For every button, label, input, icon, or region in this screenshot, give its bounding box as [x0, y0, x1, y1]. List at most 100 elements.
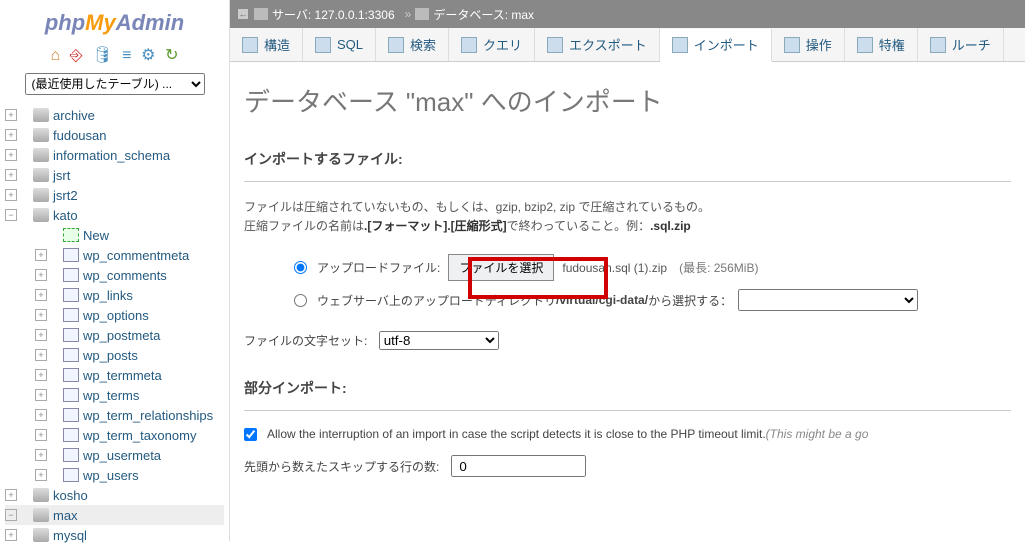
desc-line2-bold: .[フォーマット].[圧縮形式]: [364, 219, 507, 233]
table-node-wp_term_relationships[interactable]: + wp_term_relationships: [5, 405, 224, 425]
skip-rows-input[interactable]: [451, 455, 586, 477]
table-label: wp_term_relationships: [83, 408, 213, 423]
logo[interactable]: phpMyAdmin: [5, 5, 224, 41]
tab-export[interactable]: エクスポート: [535, 28, 660, 61]
expand-icon[interactable]: +: [5, 109, 17, 121]
database-icon: [33, 148, 49, 162]
upload-radio[interactable]: [294, 261, 307, 274]
table-node-wp_usermeta[interactable]: +wp_usermeta: [5, 445, 224, 465]
webdir-radio[interactable]: [294, 294, 307, 307]
db-node-kato[interactable]: −kato: [5, 205, 224, 225]
table-node-wp_term_taxonomy[interactable]: +wp_term_taxonomy: [5, 425, 224, 445]
table-node-wp_terms[interactable]: +wp_terms: [5, 385, 224, 405]
tab-privileges[interactable]: 特権: [845, 28, 918, 61]
expand-icon[interactable]: +: [35, 349, 47, 361]
expand-icon[interactable]: −: [5, 209, 17, 221]
table-node-wp_links[interactable]: +wp_links: [5, 285, 224, 305]
tab-sql[interactable]: SQL: [303, 28, 376, 61]
docs-icon[interactable]: ≡: [122, 47, 131, 64]
table-icon: [63, 388, 79, 402]
tab-structure[interactable]: 構造: [230, 28, 303, 61]
table-node-wp_posts[interactable]: +wp_posts: [5, 345, 224, 365]
db-node-fudousan[interactable]: + fudousan: [5, 125, 224, 145]
table-icon: [63, 268, 79, 282]
expand-icon[interactable]: +: [35, 409, 47, 421]
table-node-wp_commentmeta[interactable]: +wp_commentmeta: [5, 245, 224, 265]
expand-icon[interactable]: +: [35, 469, 47, 481]
table-icon: [63, 288, 79, 302]
breadcrumb-server[interactable]: サーバ: 127.0.0.1:3306: [272, 6, 395, 23]
table-node-wp_options[interactable]: + wp_options: [5, 305, 224, 325]
expand-icon[interactable]: +: [35, 289, 47, 301]
expand-icon[interactable]: +: [5, 529, 17, 541]
db-node-jsrt2[interactable]: +jsrt2: [5, 185, 224, 205]
table-icon: [63, 348, 79, 362]
table-label: wp_termmeta: [83, 368, 162, 383]
sql-query-icon[interactable]: 🛢: [92, 47, 112, 64]
charset-select[interactable]: utf-8: [379, 331, 499, 350]
upload-label: アップロードファイル:: [317, 259, 440, 276]
table-icon: [63, 448, 79, 462]
db-node-kosho[interactable]: +kosho: [5, 485, 224, 505]
tab-label: エクスポート: [569, 35, 647, 54]
expand-icon[interactable]: +: [35, 369, 47, 381]
tab-search[interactable]: 検索: [376, 28, 449, 61]
webdir-path: /virtual/cgi-data/: [556, 293, 648, 307]
expand-icon[interactable]: +: [5, 489, 17, 501]
expand-icon[interactable]: +: [35, 269, 47, 281]
tab-query[interactable]: クエリ: [449, 28, 535, 61]
structure-icon: [242, 37, 258, 53]
desc-line1: ファイルは圧縮されていないもの、もしくは、gzip, bzip2, zip で圧…: [244, 200, 710, 214]
tab-operations[interactable]: 操作: [772, 28, 845, 61]
db-label: mysql: [53, 528, 87, 543]
expand-icon[interactable]: +: [35, 329, 47, 341]
new-table-link[interactable]: New: [5, 225, 224, 245]
webdir-label-pre: ウェブサーバ上のアップロードディレクトリ: [317, 292, 556, 309]
expand-icon[interactable]: +: [5, 129, 17, 141]
reload-icon[interactable]: ↻: [165, 47, 178, 64]
home-icon[interactable]: ⌂: [50, 47, 60, 64]
breadcrumb-database[interactable]: データベース: max: [433, 6, 534, 23]
tab-label: クエリ: [483, 35, 522, 54]
expand-icon[interactable]: +: [35, 309, 47, 321]
quick-icon-row: ⌂ ⎆ 🛢 ≡ ⚙ ↻: [5, 41, 224, 73]
page-title: データベース "max" へのインポート: [244, 82, 1011, 119]
sql-icon: [315, 37, 331, 53]
db-label: fudousan: [53, 128, 107, 143]
db-node-jsrt[interactable]: +jsrt: [5, 165, 224, 185]
server-icon: [254, 8, 268, 20]
recent-tables-select[interactable]: (最近使用したテーブル) ...: [25, 73, 205, 95]
db-node-mysql[interactable]: + mysql: [5, 525, 224, 545]
table-node-wp_users[interactable]: +wp_users: [5, 465, 224, 485]
logout-icon[interactable]: ⎆: [70, 47, 83, 64]
tab-import[interactable]: インポート: [660, 29, 772, 62]
panel-toggle-icon[interactable]: ←: [238, 9, 248, 19]
choose-file-button[interactable]: ファイルを選択: [448, 254, 554, 281]
db-node-max[interactable]: −max: [5, 505, 224, 525]
expand-icon[interactable]: +: [5, 189, 17, 201]
table-icon: [63, 408, 79, 422]
expand-icon[interactable]: +: [35, 429, 47, 441]
expand-icon[interactable]: +: [35, 389, 47, 401]
table-icon: [63, 428, 79, 442]
tab-routines[interactable]: ルーチ: [918, 28, 1004, 61]
webdir-row: ウェブサーバ上のアップロードディレクトリ /virtual/cgi-data/ …: [294, 289, 1011, 311]
table-node-wp_postmeta[interactable]: +wp_postmeta: [5, 325, 224, 345]
expand-icon[interactable]: +: [35, 449, 47, 461]
table-node-wp_termmeta[interactable]: + wp_termmeta: [5, 365, 224, 385]
db-node-archive[interactable]: +archive: [5, 105, 224, 125]
allow-interrupt-checkbox[interactable]: [244, 428, 257, 441]
nav-tree: +archive+fudousan+information_schema+jsr…: [5, 105, 224, 545]
expand-icon[interactable]: +: [5, 169, 17, 181]
tab-label: SQL: [337, 37, 363, 52]
new-label: New: [83, 228, 109, 243]
table-label: wp_options: [83, 308, 149, 323]
expand-icon[interactable]: +: [35, 249, 47, 261]
settings-icon[interactable]: ⚙: [141, 47, 155, 64]
expand-icon[interactable]: −: [5, 509, 17, 521]
table-node-wp_comments[interactable]: +wp_comments: [5, 265, 224, 285]
expand-icon[interactable]: +: [5, 149, 17, 161]
webdir-select[interactable]: [738, 289, 918, 311]
desc-line2-mid: で終わっていること。例：: [507, 219, 650, 233]
db-node-information_schema[interactable]: +information_schema: [5, 145, 224, 165]
